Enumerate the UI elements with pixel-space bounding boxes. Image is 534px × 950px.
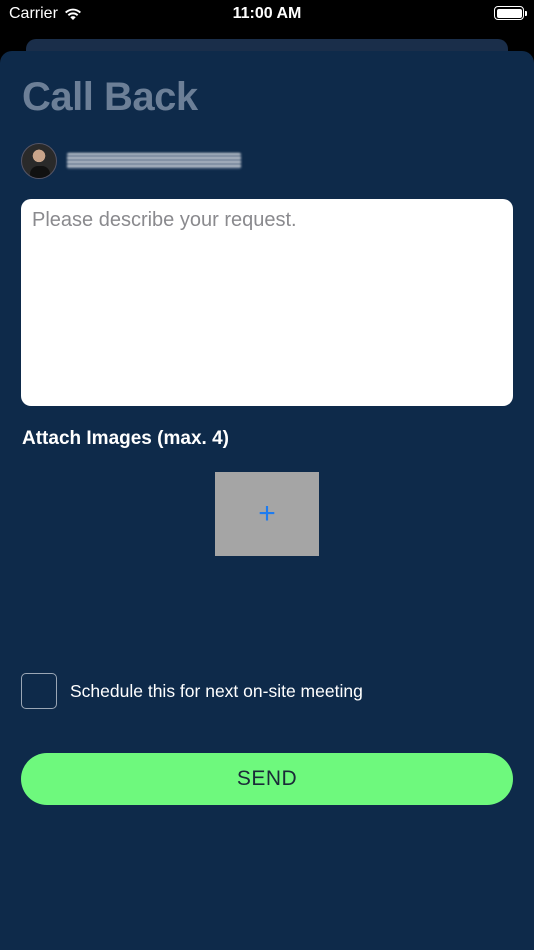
- user-name-redacted: [67, 153, 241, 169]
- page-title: Call Back: [22, 75, 198, 119]
- avatar: [21, 143, 57, 179]
- status-time: 11:00 AM: [232, 5, 302, 22]
- schedule-checkbox[interactable]: [21, 673, 57, 709]
- send-button-label: SEND: [236, 767, 298, 790]
- send-button[interactable]: SEND: [21, 753, 513, 805]
- add-image-button[interactable]: +: [215, 472, 319, 556]
- plus-icon: +: [258, 497, 276, 530]
- schedule-checkbox-row[interactable]: Schedule this for next on-site meeting: [21, 673, 363, 709]
- battery-icon: [494, 6, 527, 20]
- attach-images-label: Attach Images (max. 4): [22, 428, 229, 449]
- request-description-input[interactable]: [21, 199, 513, 406]
- status-bar: Carrier 11:00 AM: [0, 0, 534, 30]
- user-row: [21, 142, 241, 180]
- call-back-sheet: Call Back Attach Images (max. 4) + Sched…: [0, 51, 534, 950]
- schedule-checkbox-label: Schedule this for next on-site meeting: [70, 680, 363, 701]
